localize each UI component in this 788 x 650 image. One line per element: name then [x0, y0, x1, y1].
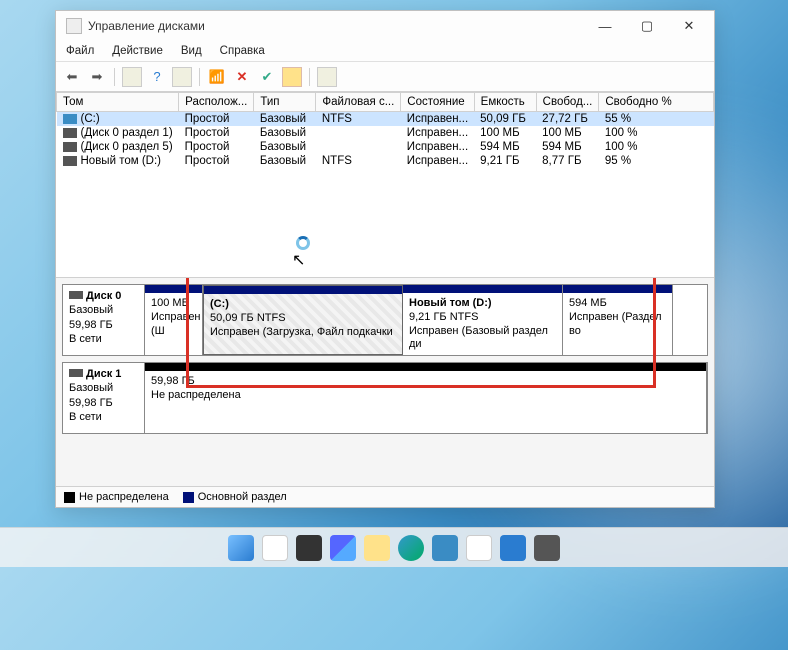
table-row[interactable]: (Диск 0 раздел 1)ПростойБазовыйИсправен.… [57, 126, 714, 140]
menu-help[interactable]: Справка [216, 43, 269, 59]
toolbar: ⬅ ➡ ? 📶 ✕ ✔ [56, 62, 714, 92]
busy-spinner-icon [296, 236, 310, 250]
disk-panel: Диск 0Базовый59,98 ГБВ сети100 МБИсправе… [56, 277, 714, 486]
back-button[interactable]: ⬅ [62, 67, 82, 87]
table-row[interactable]: (Диск 0 раздел 5)ПростойБазовыйИсправен.… [57, 140, 714, 154]
legend-unalloc: Не распределена [79, 491, 169, 503]
taskbar-search[interactable] [262, 535, 288, 561]
maximize-button[interactable]: ▢ [626, 12, 668, 40]
disk-label[interactable]: Диск 1Базовый59,98 ГБВ сети [63, 363, 145, 433]
column-header-row[interactable]: Том Располож... Тип Файловая с... Состоя… [57, 93, 714, 112]
col-free[interactable]: Свобод... [536, 93, 599, 112]
taskbar[interactable] [0, 527, 788, 567]
col-fs[interactable]: Файловая с... [316, 93, 401, 112]
close-button[interactable]: ✕ [668, 12, 710, 40]
menubar: Файл Действие Вид Справка [56, 41, 714, 62]
disk-label[interactable]: Диск 0Базовый59,98 ГБВ сети [63, 285, 145, 355]
minimize-button[interactable]: — [584, 12, 626, 40]
toolbar-button[interactable]: ✔ [257, 67, 277, 87]
legend-primary: Основной раздел [198, 491, 287, 503]
legend: Не распределена Основной раздел [56, 486, 714, 507]
help-button[interactable]: ? [147, 67, 167, 87]
legend-swatch-primary [183, 492, 194, 503]
toolbar-button[interactable]: 📶 [207, 67, 227, 87]
toolbar-button[interactable] [122, 67, 142, 87]
volume-list[interactable]: Том Располож... Тип Файловая с... Состоя… [56, 92, 714, 277]
menu-file[interactable]: Файл [62, 43, 98, 59]
start-button[interactable] [228, 535, 254, 561]
toolbar-button[interactable] [172, 67, 192, 87]
taskbar-item[interactable] [296, 535, 322, 561]
cursor-icon: ↖ [292, 250, 305, 270]
window-title: Управление дисками [88, 19, 584, 33]
menu-action[interactable]: Действие [108, 43, 167, 59]
taskbar-store[interactable] [432, 535, 458, 561]
toolbar-button[interactable] [282, 67, 302, 87]
taskbar-item[interactable] [466, 535, 492, 561]
partition[interactable]: 59,98 ГБНе распределена [145, 363, 707, 433]
taskbar-item[interactable] [500, 535, 526, 561]
col-capacity[interactable]: Емкость [474, 93, 536, 112]
disk-management-window: Управление дисками — ▢ ✕ Файл Действие В… [55, 10, 715, 508]
disk-bar: 100 МБИсправен (Ш(C:)50,09 ГБ NTFSИсправ… [145, 285, 707, 355]
titlebar[interactable]: Управление дисками — ▢ ✕ [56, 11, 714, 41]
app-icon [66, 18, 82, 34]
toolbar-button[interactable] [317, 67, 337, 87]
disk-bar: 59,98 ГБНе распределена [145, 363, 707, 433]
partition[interactable]: 594 МБИсправен (Раздел во [563, 285, 673, 355]
taskbar-edge[interactable] [398, 535, 424, 561]
partition[interactable]: Новый том (D:)9,21 ГБ NTFSИсправен (Базо… [403, 285, 563, 355]
col-freepct[interactable]: Свободно % [599, 93, 714, 112]
col-layout[interactable]: Располож... [179, 93, 254, 112]
forward-button[interactable]: ➡ [87, 67, 107, 87]
menu-view[interactable]: Вид [177, 43, 206, 59]
disk-row: Диск 0Базовый59,98 ГБВ сети100 МБИсправе… [62, 284, 708, 356]
legend-swatch-unalloc [64, 492, 75, 503]
taskbar-item[interactable] [534, 535, 560, 561]
table-row[interactable]: (C:)ПростойБазовыйNTFSИсправен...50,09 Г… [57, 112, 714, 127]
taskbar-explorer[interactable] [364, 535, 390, 561]
disk-row: Диск 1Базовый59,98 ГБВ сети59,98 ГБНе ра… [62, 362, 708, 434]
partition[interactable]: (C:)50,09 ГБ NTFSИсправен (Загрузка, Фай… [203, 285, 403, 355]
taskbar-item[interactable] [330, 535, 356, 561]
partition[interactable]: 100 МБИсправен (Ш [145, 285, 203, 355]
col-volume[interactable]: Том [57, 93, 179, 112]
col-status[interactable]: Состояние [401, 93, 474, 112]
delete-button[interactable]: ✕ [232, 67, 252, 87]
col-type[interactable]: Тип [254, 93, 316, 112]
table-row[interactable]: Новый том (D:)ПростойБазовыйNTFSИсправен… [57, 154, 714, 168]
